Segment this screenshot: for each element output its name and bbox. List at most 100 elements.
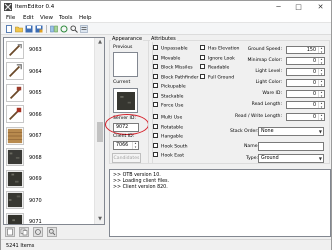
spinner[interactable]: ▴ ▾: [318, 101, 324, 108]
minimap-color-label: Minimap Color:: [247, 58, 282, 63]
read-write-length-value: 0: [312, 115, 316, 120]
duplicate-item-button[interactable]: [19, 227, 29, 237]
spinner[interactable]: ▴ ▾: [318, 113, 324, 120]
search-icon[interactable]: [70, 25, 78, 33]
list-item[interactable]: 9067: [4, 125, 94, 147]
spinner[interactable]: ▴ ▾: [318, 79, 324, 86]
ignore-look-checkbox[interactable]: Ignore Look: [200, 54, 235, 61]
maximize-button[interactable]: □: [291, 1, 306, 13]
list-item[interactable]: 9064: [4, 61, 94, 83]
reload-item-button[interactable]: [33, 227, 43, 237]
ground-speed-field[interactable]: 150 ▴ ▾: [286, 46, 325, 54]
spinner[interactable]: ▴ ▾: [318, 68, 324, 75]
checkbox-box[interactable]: [153, 92, 158, 98]
list-item[interactable]: 9066: [4, 104, 94, 126]
log-line: >> OTB version 10.: [113, 173, 161, 178]
list-item[interactable]: 9063: [4, 39, 94, 61]
menu-file[interactable]: File: [6, 15, 15, 21]
checkbox-box[interactable]: [200, 64, 205, 69]
checkbox-box[interactable]: [200, 45, 205, 50]
reload-icon[interactable]: [60, 25, 68, 33]
scroll-thumb[interactable]: [97, 122, 103, 142]
block-pathfinder-checkbox[interactable]: Block Pathfinder: [153, 73, 198, 80]
minimap-color-field[interactable]: 0 ▴ ▾: [286, 57, 325, 65]
full-ground-checkbox[interactable]: Full Ground: [200, 73, 235, 80]
checkbox-label: Pickupable: [161, 84, 186, 90]
open-folder-icon[interactable]: [15, 25, 23, 33]
checkbox-box[interactable]: [153, 133, 158, 138]
hook-east-checkbox[interactable]: Hook East: [153, 152, 184, 159]
checkbox-box[interactable]: [153, 73, 158, 79]
spinner[interactable]: ▴ ▾: [318, 90, 324, 97]
rotatable-checkbox[interactable]: Rotatable: [153, 123, 183, 130]
list-item[interactable]: 9070: [4, 190, 94, 212]
checkbox-box[interactable]: [153, 152, 158, 157]
multi-use-checkbox[interactable]: Multi Use: [153, 114, 182, 121]
checkbox-box[interactable]: [153, 102, 158, 107]
light-color-label: Light Color:: [255, 80, 282, 85]
movable-checkbox[interactable]: Movable: [153, 54, 180, 61]
client-id-field[interactable]: 7066 ▴ ▾: [113, 141, 139, 150]
find-item-button[interactable]: [47, 227, 57, 237]
checkbox-box[interactable]: [153, 54, 158, 60]
hook-south-checkbox[interactable]: Hook South: [153, 142, 188, 149]
item-id: 9071: [29, 219, 42, 225]
type-select[interactable]: Ground ▼: [258, 154, 324, 163]
block-missiles-checkbox[interactable]: Block Missiles: [153, 64, 193, 71]
client-id-spinner[interactable]: ▴ ▾: [132, 141, 138, 149]
list-item[interactable]: 9068: [4, 147, 94, 169]
spinner[interactable]: ▴ ▾: [318, 57, 324, 64]
checkbox-box[interactable]: [153, 142, 158, 148]
compare-icon[interactable]: [50, 25, 58, 33]
read-length-field[interactable]: 0 ▴ ▾: [286, 101, 325, 109]
info-icon[interactable]: [80, 25, 88, 33]
ware-id-field[interactable]: 0 ▴ ▾: [286, 90, 325, 98]
light-color-field[interactable]: 0 ▴ ▾: [286, 79, 325, 87]
stackable-checkbox[interactable]: Stackable: [153, 92, 183, 99]
output-log[interactable]: >> OTB version 10. >> Loading client fil…: [109, 169, 331, 237]
spinner[interactable]: ▴ ▾: [318, 46, 324, 53]
item-list[interactable]: 9063 9064 9065 9066 9067 9068 9069 9070: [3, 37, 105, 225]
unpassable-checkbox[interactable]: Unpassable: [153, 45, 188, 52]
log-line: >> Client version 820.: [113, 185, 168, 190]
pickupable-checkbox[interactable]: Pickupable: [153, 83, 186, 90]
checkbox-box[interactable]: [200, 73, 205, 79]
new-item-button[interactable]: [5, 227, 15, 237]
readable-checkbox[interactable]: Readable: [200, 64, 229, 71]
item-id: 9063: [29, 47, 42, 53]
checkbox-label: Force Use: [161, 103, 184, 109]
hangable-checkbox[interactable]: Hangable: [153, 133, 183, 140]
candidates-button[interactable]: Candidates: [112, 153, 141, 163]
list-item[interactable]: 9071: [4, 211, 94, 225]
checkbox-box[interactable]: [200, 54, 205, 60]
checkbox-box[interactable]: [153, 64, 158, 69]
scroll-down-button[interactable]: ▼: [95, 215, 104, 224]
checkbox-label: Full Ground: [208, 75, 235, 80]
list-item[interactable]: 9065: [4, 82, 94, 104]
read-write-length-field[interactable]: 0 ▴ ▾: [286, 113, 325, 121]
has-elevation-checkbox[interactable]: Has Elevation: [200, 45, 239, 52]
stack-order-select[interactable]: None ▼: [258, 127, 324, 136]
menu-edit[interactable]: Edit: [23, 15, 34, 21]
scroll-up-button[interactable]: ▲: [95, 38, 104, 47]
new-file-icon[interactable]: [5, 25, 13, 33]
list-item[interactable]: 9069: [4, 168, 94, 190]
save-icon[interactable]: [25, 25, 33, 33]
menu-help[interactable]: Help: [79, 15, 92, 21]
menu-view[interactable]: View: [40, 15, 53, 21]
name-input[interactable]: [258, 142, 324, 151]
minimize-button[interactable]: ─: [271, 1, 286, 13]
save-as-icon[interactable]: [35, 25, 43, 33]
previous-preview: [113, 52, 138, 77]
list-scrollbar[interactable]: ▲ ▼: [94, 38, 104, 224]
menu-tools[interactable]: Tools: [59, 15, 73, 21]
checkbox-box[interactable]: [153, 114, 158, 119]
force-use-checkbox[interactable]: Force Use: [153, 102, 184, 109]
light-level-field[interactable]: 0 ▴ ▾: [286, 68, 325, 76]
checkbox-box[interactable]: [153, 123, 158, 129]
checkbox-box[interactable]: [153, 45, 158, 50]
toolbar-separator: [46, 25, 47, 33]
checkbox-box[interactable]: [153, 83, 158, 88]
close-button[interactable]: ✕: [313, 1, 328, 13]
type-value: Ground: [261, 156, 279, 161]
